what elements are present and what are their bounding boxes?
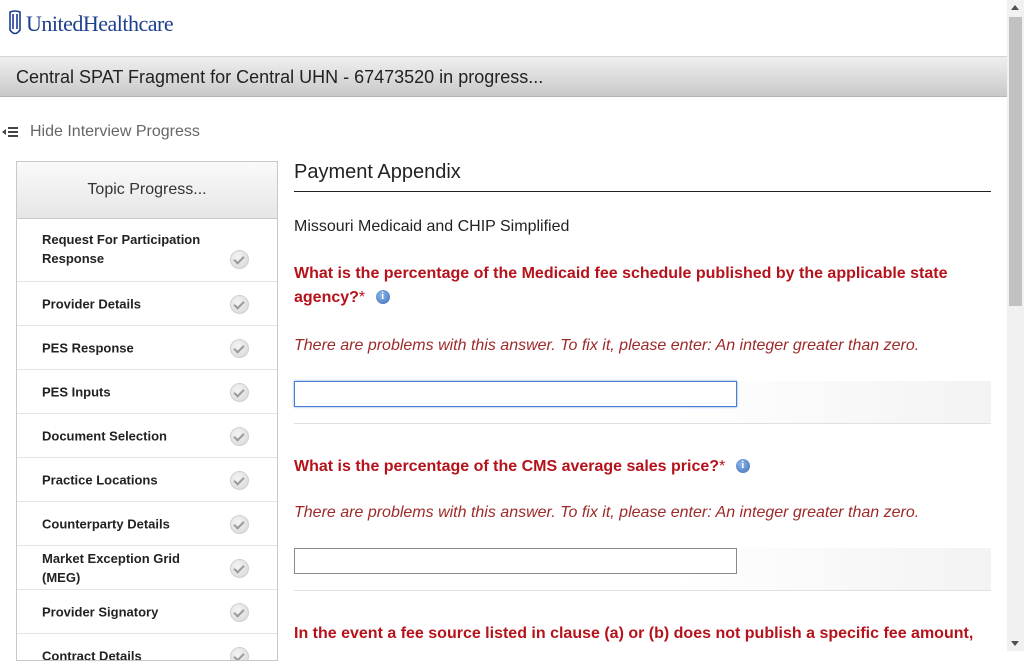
shield-logo-icon	[8, 10, 22, 38]
hide-interview-progress-toggle[interactable]: Hide Interview Progress	[2, 123, 200, 141]
question-cms-average-sales-price: What is the percentage of the CMS averag…	[294, 455, 991, 479]
info-icon[interactable]: i	[736, 459, 750, 473]
question-text: What is the percentage of the Medicaid f…	[294, 265, 947, 306]
section-title: Payment Appendix	[294, 161, 991, 192]
validation-error: There are problems with this answer. To …	[294, 337, 991, 355]
sidebar-item-label: Contract Details	[42, 646, 212, 661]
scrollbar-thumb[interactable]	[1009, 17, 1022, 306]
main-content: Payment Appendix Missouri Medicaid and C…	[294, 161, 991, 646]
sidebar-item-counterparty-details[interactable]: Counterparty Details	[17, 502, 277, 546]
question-medicaid-fee-schedule: What is the percentage of the Medicaid f…	[294, 262, 991, 310]
completed-check-icon	[230, 515, 249, 534]
page-title: Central SPAT Fragment for Central UHN - …	[16, 67, 543, 88]
cms-asp-percentage-input[interactable]	[294, 548, 737, 574]
question-text: What is the percentage of the CMS averag…	[294, 458, 719, 475]
sidebar-item-label: Market Exception Grid (MEG)	[42, 549, 212, 587]
sidebar-item-label: Provider Signatory	[42, 602, 212, 621]
medicaid-fee-percentage-input[interactable]	[294, 381, 737, 407]
completed-check-icon	[230, 339, 249, 358]
completed-check-icon	[230, 427, 249, 446]
question-fee-source-fallback: In the event a fee source listed in clau…	[294, 622, 991, 646]
validation-error: There are problems with this answer. To …	[294, 504, 991, 522]
completed-check-icon	[230, 295, 249, 314]
completed-check-icon	[230, 250, 249, 269]
logo-text: UnitedHealthcare	[26, 11, 173, 37]
sidebar-item-market-exception-grid[interactable]: Market Exception Grid (MEG)	[17, 546, 277, 590]
completed-check-icon	[230, 559, 249, 578]
topic-progress-panel: Topic Progress... Request For Participat…	[16, 161, 278, 661]
sidebar-item-label: Document Selection	[42, 426, 212, 445]
collapse-menu-icon	[2, 126, 18, 138]
sidebar-item-label: Counterparty Details	[42, 514, 212, 533]
sidebar-item-label: PES Response	[42, 338, 212, 357]
required-marker: *	[719, 458, 725, 475]
sidebar-item-provider-details[interactable]: Provider Details	[17, 282, 277, 326]
required-marker: *	[359, 289, 365, 306]
completed-check-icon	[230, 471, 249, 490]
sidebar-item-document-selection[interactable]: Document Selection	[17, 414, 277, 458]
sidebar-item-label: Request For Participation Response	[42, 230, 212, 268]
sidebar-item-practice-locations[interactable]: Practice Locations	[17, 458, 277, 502]
scroll-down-arrow-icon[interactable]	[1011, 641, 1019, 646]
question-text: In the event a fee source listed in clau…	[294, 625, 973, 642]
hide-progress-label: Hide Interview Progress	[30, 123, 200, 141]
sidebar-item-request-for-participation[interactable]: Request For Participation Response	[17, 219, 277, 282]
scroll-up-arrow-icon[interactable]	[1011, 5, 1019, 10]
title-bar: Central SPAT Fragment for Central UHN - …	[0, 57, 1007, 97]
sidebar-item-label: Provider Details	[42, 294, 212, 313]
sidebar-item-provider-signatory[interactable]: Provider Signatory	[17, 590, 277, 634]
answer-block	[294, 548, 991, 591]
sidebar-item-contract-details[interactable]: Contract Details	[17, 634, 277, 661]
sidebar-item-pes-inputs[interactable]: PES Inputs	[17, 370, 277, 414]
sidebar-item-pes-response[interactable]: PES Response	[17, 326, 277, 370]
topic-progress-heading: Topic Progress...	[17, 162, 277, 219]
section-subtitle: Missouri Medicaid and CHIP Simplified	[294, 218, 991, 236]
unitedhealthcare-logo: UnitedHealthcare	[8, 10, 173, 38]
completed-check-icon	[230, 647, 249, 661]
info-icon[interactable]: i	[376, 290, 390, 304]
completed-check-icon	[230, 383, 249, 402]
completed-check-icon	[230, 603, 249, 622]
sidebar-item-label: Practice Locations	[42, 470, 212, 489]
answer-block	[294, 381, 991, 424]
sidebar-item-label: PES Inputs	[42, 382, 212, 401]
vertical-scrollbar[interactable]	[1007, 0, 1024, 651]
